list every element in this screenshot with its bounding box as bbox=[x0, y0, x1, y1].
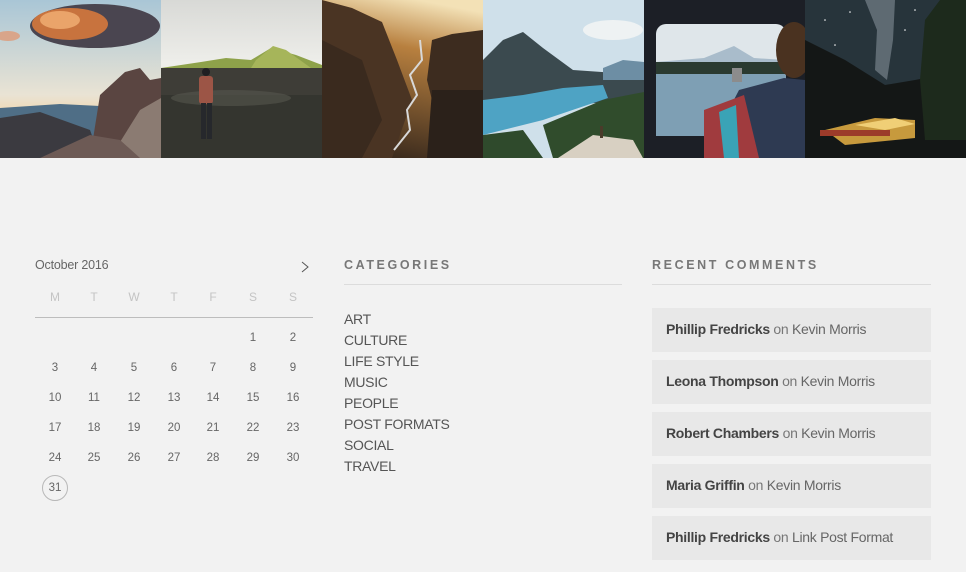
calendar-day[interactable]: 26 bbox=[121, 445, 147, 471]
comment-connector: on bbox=[773, 529, 789, 545]
recent-comments-list: Phillip Fredricks on Kevin Morris Leona … bbox=[652, 308, 931, 568]
comment-post-link[interactable]: Kevin Morris bbox=[801, 425, 876, 441]
category-link-social[interactable]: SOCIAL bbox=[344, 435, 450, 456]
photo-tile[interactable] bbox=[0, 0, 161, 158]
calendar-day[interactable]: 24 bbox=[42, 445, 68, 471]
calendar-day[interactable]: 4 bbox=[81, 355, 107, 381]
comment-author-link[interactable]: Robert Chambers bbox=[666, 425, 779, 441]
comment-post-link[interactable]: Kevin Morris bbox=[801, 373, 876, 389]
comment-connector: on bbox=[748, 477, 764, 493]
photo-tile[interactable] bbox=[161, 0, 322, 158]
calendar-day[interactable]: 10 bbox=[42, 385, 68, 411]
comment-post-link[interactable]: Kevin Morris bbox=[792, 321, 867, 337]
calendar-month-label: October 2016 bbox=[35, 258, 109, 272]
recent-comments-divider bbox=[652, 284, 931, 285]
calendar-day[interactable]: 5 bbox=[121, 355, 147, 381]
comment-connector: on bbox=[782, 373, 798, 389]
calendar-day[interactable]: 3 bbox=[42, 355, 68, 381]
recent-comments-title: RECENT COMMENTS bbox=[652, 258, 819, 272]
category-link-culture[interactable]: CULTURE bbox=[344, 330, 450, 351]
weekday-label: M bbox=[50, 290, 60, 304]
category-link-people[interactable]: PEOPLE bbox=[344, 393, 450, 414]
categories-title: CATEGORIES bbox=[344, 258, 452, 272]
calendar-day[interactable]: 2 bbox=[280, 325, 306, 351]
calendar-day[interactable]: 19 bbox=[121, 415, 147, 441]
calendar-day[interactable]: 1 bbox=[240, 325, 266, 351]
calendar-day[interactable]: 18 bbox=[81, 415, 107, 441]
comment-post-link[interactable]: Link Post Format bbox=[792, 529, 893, 545]
photo-sunset-mountains bbox=[0, 0, 161, 158]
weekday-label: T bbox=[90, 290, 98, 304]
comment-author-link[interactable]: Leona Thompson bbox=[666, 373, 779, 389]
category-link-music[interactable]: MUSIC bbox=[344, 372, 450, 393]
calendar-day[interactable]: 12 bbox=[121, 385, 147, 411]
calendar-day[interactable]: 17 bbox=[42, 415, 68, 441]
calendar-day[interactable]: 6 bbox=[161, 355, 187, 381]
weekday-label: F bbox=[209, 290, 217, 304]
photo-hiker-green-hills bbox=[161, 0, 322, 158]
calendar-day[interactable]: 23 bbox=[280, 415, 306, 441]
weekday-label: T bbox=[170, 290, 178, 304]
calendar-day-today[interactable]: 31 bbox=[42, 475, 68, 501]
category-link-life-style[interactable]: LIFE STYLE bbox=[344, 351, 450, 372]
chevron-right-icon bbox=[301, 261, 309, 273]
calendar-day[interactable]: 30 bbox=[280, 445, 306, 471]
calendar-day[interactable]: 11 bbox=[81, 385, 107, 411]
photo-mountain-lake bbox=[483, 0, 644, 158]
comment-item: Leona Thompson on Kevin Morris bbox=[652, 360, 931, 404]
comment-item: Maria Griffin on Kevin Morris bbox=[652, 464, 931, 508]
category-link-art[interactable]: ART bbox=[344, 309, 450, 330]
calendar-day[interactable]: 25 bbox=[81, 445, 107, 471]
category-link-travel[interactable]: TRAVEL bbox=[344, 456, 450, 477]
comment-connector: on bbox=[782, 425, 798, 441]
photo-canyon-river bbox=[322, 0, 483, 158]
weekday-label: S bbox=[288, 290, 297, 304]
comment-post-link[interactable]: Kevin Morris bbox=[767, 477, 842, 493]
comment-item: Phillip Fredricks on Kevin Morris bbox=[652, 308, 931, 352]
category-link-post-formats[interactable]: POST FORMATS bbox=[344, 414, 450, 435]
comment-author-link[interactable]: Maria Griffin bbox=[666, 477, 745, 493]
calendar-divider bbox=[35, 317, 313, 318]
comment-connector: on bbox=[773, 321, 789, 337]
comment-item: Phillip Fredricks on Link Post Format bbox=[652, 516, 931, 560]
weekday-label: W bbox=[128, 290, 140, 304]
instagram-photo-strip bbox=[0, 0, 966, 158]
calendar-day[interactable]: 28 bbox=[200, 445, 226, 471]
calendar-day[interactable]: 27 bbox=[161, 445, 187, 471]
categories-divider bbox=[344, 284, 622, 285]
photo-tile[interactable] bbox=[483, 0, 644, 158]
calendar-day[interactable]: 20 bbox=[161, 415, 187, 441]
calendar-next-month-button[interactable] bbox=[298, 259, 312, 275]
photo-tile[interactable] bbox=[805, 0, 966, 158]
calendar-day[interactable]: 21 bbox=[200, 415, 226, 441]
photo-tile[interactable] bbox=[644, 0, 805, 158]
calendar-day[interactable]: 13 bbox=[161, 385, 187, 411]
calendar-day[interactable]: 16 bbox=[280, 385, 306, 411]
calendar-day[interactable]: 14 bbox=[200, 385, 226, 411]
calendar-day[interactable]: 29 bbox=[240, 445, 266, 471]
calendar-day[interactable]: 7 bbox=[200, 355, 226, 381]
calendar-day[interactable]: 8 bbox=[240, 355, 266, 381]
photo-milky-way-camp bbox=[805, 0, 966, 158]
comment-author-link[interactable]: Phillip Fredricks bbox=[666, 321, 770, 337]
comment-author-link[interactable]: Phillip Fredricks bbox=[666, 529, 770, 545]
comment-item: Robert Chambers on Kevin Morris bbox=[652, 412, 931, 456]
photo-van-lake-view bbox=[644, 0, 805, 158]
categories-list: ART CULTURE LIFE STYLE MUSIC PEOPLE POST… bbox=[344, 309, 450, 477]
calendar-day[interactable]: 22 bbox=[240, 415, 266, 441]
weekday-label: S bbox=[248, 290, 257, 304]
calendar-weekday-header: MTWTFSS bbox=[35, 290, 313, 304]
calendar-day[interactable]: 15 bbox=[240, 385, 266, 411]
calendar-day[interactable]: 9 bbox=[280, 355, 306, 381]
photo-tile[interactable] bbox=[322, 0, 483, 158]
